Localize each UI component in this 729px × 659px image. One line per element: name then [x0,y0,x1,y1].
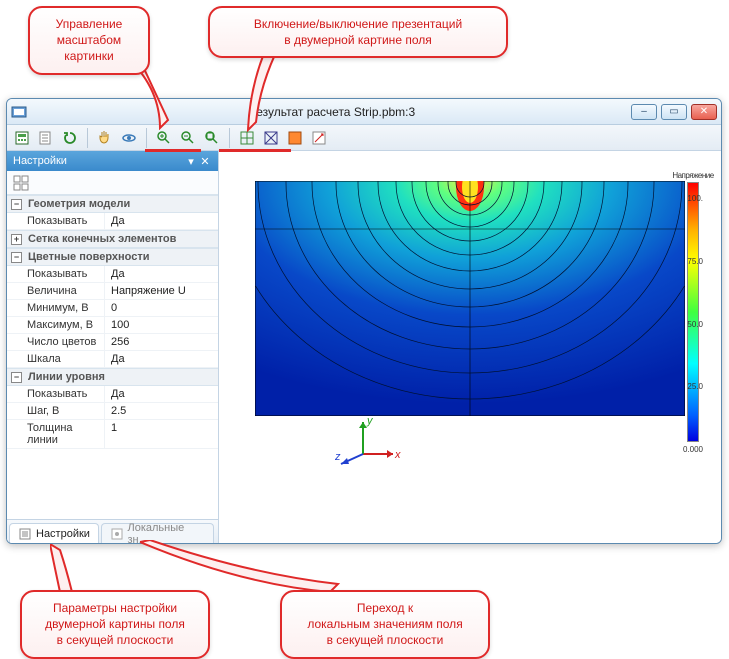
underline-zoom-tools [145,149,201,152]
expand-icon[interactable]: − [11,372,22,383]
toolbar-btn-vectors[interactable] [308,127,330,149]
category-color-surfaces[interactable]: − Цветные поверхности [7,248,218,266]
settings-panel-title: Настройки [13,155,67,167]
prop-value[interactable]: Напряжение U [105,283,218,299]
panel-categorize-icon[interactable] [11,173,31,193]
field-plot: x y z [255,181,685,416]
category-geometry[interactable]: − Геометрия модели [7,195,218,213]
settings-panel: Настройки ▾ ✕ − Геометрия модели Показыв… [7,151,219,543]
prop-name: Показывать [7,266,105,282]
settings-panel-header[interactable]: Настройки ▾ ✕ [7,151,218,171]
tab-local-icon [110,527,124,541]
panel-pin-icon[interactable]: ▾ [184,154,198,168]
prop-name: Максимум, В [7,317,105,333]
app-icon [11,104,27,120]
callout-settings-params-tail [50,544,110,594]
callout-local-values-tail [140,540,340,596]
prop-name: Показывать [7,213,105,229]
prop-row[interactable]: ВеличинаНапряжение U [7,283,218,300]
prop-value[interactable]: 0 [105,300,218,316]
colorbar-label: 25.0 [683,382,703,391]
category-isolines[interactable]: − Линии уровня [7,368,218,386]
prop-value[interactable]: Да [105,351,218,367]
toolbar-btn-refresh[interactable] [59,127,81,149]
prop-row[interactable]: Шаг, В2.5 [7,403,218,420]
prop-row[interactable]: Толщина линии1 [7,420,218,449]
prop-value[interactable]: Да [105,266,218,282]
tab-settings[interactable]: Настройки [9,523,99,543]
expand-icon[interactable]: − [11,199,22,210]
toolbar-btn-zoom-out[interactable] [177,127,199,149]
expand-icon[interactable]: − [11,252,22,263]
settings-panel-toolbar [7,171,218,195]
field-viewport[interactable]: x y z Напряжение 100. [219,151,721,543]
prop-row[interactable]: Максимум, В100 [7,317,218,334]
field-image [255,181,685,416]
panel-close-icon[interactable]: ✕ [198,154,212,168]
toolbar-btn-open[interactable] [35,127,57,149]
tab-label: Настройки [36,528,90,540]
prop-name: Показывать [7,386,105,402]
colorbar-title: Напряжение [672,171,713,180]
prop-value[interactable]: 100 [105,317,218,333]
property-grid: − Геометрия модели Показывать Да + Сетка… [7,195,218,519]
svg-text:z: z [335,451,341,463]
prop-value[interactable]: Да [105,386,218,402]
colorbar-label: 100. [683,194,703,203]
colorbar-labels: 100. 75.0 50.0 25.0 0.000 [683,194,703,454]
category-label: Сетка конечных элементов [28,233,176,245]
toolbar-btn-calc[interactable] [11,127,33,149]
colorbar-label: 0.000 [683,445,703,454]
underline-presentation-tools [219,149,291,152]
prop-name: Шаг, В [7,403,105,419]
svg-text:x: x [394,449,401,461]
close-button[interactable]: ✕ [691,104,717,120]
callout-zoom: Управление масштабом картинки [28,6,150,75]
colorbar-label: 50.0 [683,320,703,329]
prop-value[interactable]: 1 [105,420,218,448]
minimize-button[interactable]: – [631,104,657,120]
prop-name: Шкала [7,351,105,367]
prop-value[interactable]: 2.5 [105,403,218,419]
prop-row[interactable]: Показывать Да [7,213,218,230]
maximize-button[interactable]: ▭ [661,104,687,120]
prop-name: Минимум, В [7,300,105,316]
prop-row[interactable]: ПоказыватьДа [7,386,218,403]
expand-icon[interactable]: + [11,234,22,245]
tab-settings-icon [18,527,32,541]
toolbar-btn-zoom-fit[interactable] [201,127,223,149]
prop-name: Число цветов [7,334,105,350]
prop-row[interactable]: ШкалаДа [7,351,218,368]
category-mesh[interactable]: + Сетка конечных элементов [7,230,218,248]
axes-triad: x y z [335,414,405,470]
category-label: Линии уровня [28,371,105,383]
prop-row[interactable]: Число цветов256 [7,334,218,351]
prop-value[interactable]: Да [105,213,218,229]
callout-local-values: Переход к локальным значениям поля в сек… [280,590,490,659]
category-label: Геометрия модели [28,198,130,210]
callout-settings-params: Параметры настройки двумерной картины по… [20,590,210,659]
colorbar-label: 75.0 [683,257,703,266]
prop-row[interactable]: Минимум, В0 [7,300,218,317]
prop-name: Величина [7,283,105,299]
result-window: Результат расчета Strip.pbm:3 – ▭ ✕ Наст… [6,98,722,544]
prop-name: Толщина линии [7,420,105,448]
prop-value[interactable]: 256 [105,334,218,350]
category-label: Цветные поверхности [28,251,150,263]
colorbar: Напряжение 100. 75.0 50.0 25.0 0.000 [675,171,711,471]
svg-text:y: y [366,415,374,427]
prop-row[interactable]: ПоказыватьДа [7,266,218,283]
callout-presentations: Включение/выключение презентаций в двуме… [208,6,508,58]
